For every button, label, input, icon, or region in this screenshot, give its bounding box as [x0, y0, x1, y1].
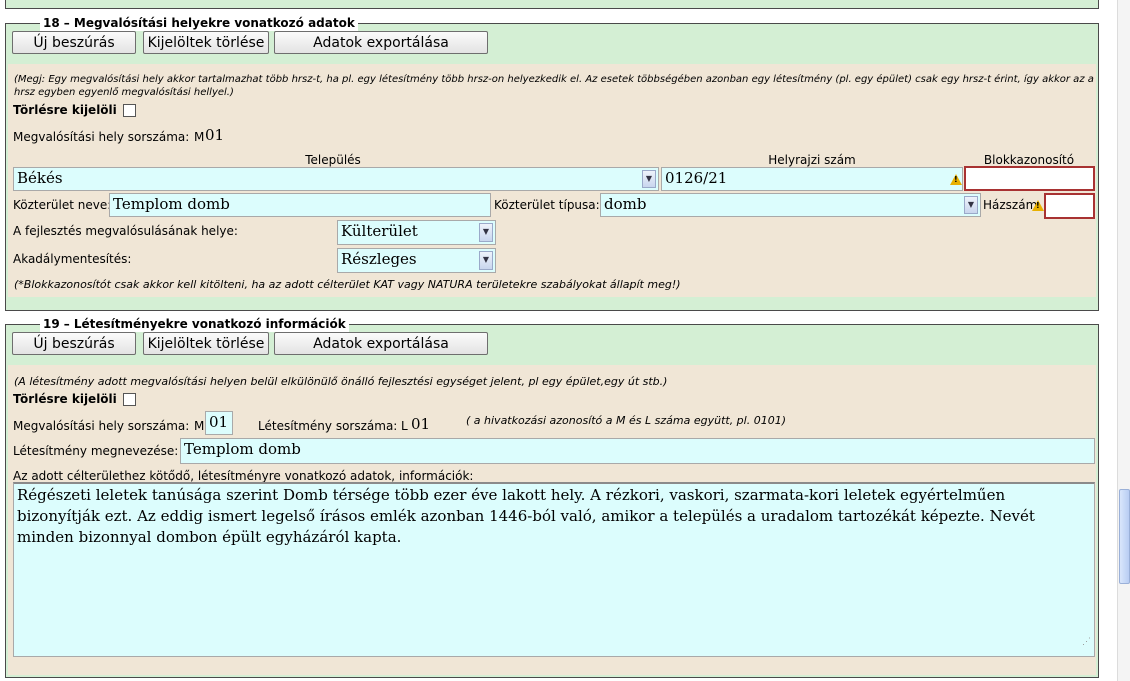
details-label: Az adott célterülethez kötődő, létesítmé…: [13, 469, 474, 483]
mark-delete-label: Törlésre kijelöli: [13, 392, 117, 406]
accessibility-select[interactable]: Részleges ▼: [337, 248, 496, 273]
details-value: Régészeti leletek tanúsága szerint Domb …: [17, 486, 1035, 546]
previous-section-panel: [5, 0, 1099, 9]
house-number-input[interactable]: [1044, 193, 1095, 219]
chevron-down-icon[interactable]: ▼: [479, 223, 493, 242]
delete-selected-button[interactable]: Kijelöltek törlése: [143, 31, 269, 54]
street-type-value: domb: [604, 195, 647, 213]
mark-delete-checkbox[interactable]: [123, 393, 136, 406]
accessibility-label: Akadálymentesítés:: [13, 252, 132, 266]
block-column-header: Blokkazonosító: [983, 153, 1075, 167]
location-label: A fejlesztés megvalósulásának helye:: [13, 224, 238, 238]
block-id-footnote: (*Blokkazonosítót csak akkor kell kitölt…: [14, 278, 681, 291]
section-19-title: 19– Létesítményekre vonatkozó információ…: [40, 317, 349, 332]
parcel-column-header: Helyrajzi szám: [768, 153, 856, 167]
section-19-panel: 19– Létesítményekre vonatkozó információ…: [5, 317, 1099, 678]
section-19-number: 19: [43, 317, 60, 331]
resize-grip-icon[interactable]: ⋰: [1082, 632, 1091, 653]
section-18-panel: 18– Megvalósítási helyekre vonatkozó ada…: [5, 16, 1099, 311]
street-name-input[interactable]: Templom domb: [109, 193, 491, 217]
location-value: Külterület: [341, 222, 418, 240]
site-number-prefix: M: [194, 419, 205, 433]
block-id-input[interactable]: [964, 166, 1095, 191]
vertical-scrollbar[interactable]: [1117, 0, 1130, 681]
section-19-form: (A létesítmény adott megvalósítási helye…: [8, 365, 1096, 675]
chevron-down-icon[interactable]: ▼: [964, 196, 978, 214]
street-name-value: Templom domb: [113, 195, 230, 213]
chevron-down-icon[interactable]: ▼: [479, 251, 493, 270]
house-number-label: Házszám: [983, 198, 1038, 212]
section-18-form: (Megj: Egy megvalósítási hely akkor tart…: [8, 64, 1096, 297]
site-number-value: 01: [209, 413, 229, 431]
section-18-number: 18: [43, 16, 60, 30]
accessibility-value: Részleges: [341, 250, 417, 268]
delete-selected-button[interactable]: Kijelöltek törlése: [143, 332, 269, 355]
location-select[interactable]: Külterület ▼: [337, 220, 496, 245]
site-number-prefix: M: [194, 130, 205, 144]
site-number-label: Megvalósítási hely sorszáma:: [13, 419, 190, 433]
settlement-value: Békés: [17, 169, 63, 187]
facility-name-input[interactable]: Templom domb: [180, 438, 1095, 464]
section-18-note: (Megj: Egy megvalósítási hely akkor tart…: [14, 74, 1094, 98]
facility-number-value: 01: [411, 415, 431, 433]
facility-number-label: Létesítmény sorszáma:: [258, 419, 398, 433]
site-number-label: Megvalósítási hely sorszáma:: [13, 130, 190, 144]
insert-button[interactable]: Új beszúrás: [12, 332, 136, 355]
settlement-column-header: Település: [305, 153, 361, 167]
facility-number-prefix: L: [401, 419, 408, 433]
warning-triangle-icon: !: [950, 174, 962, 185]
parcel-number-input[interactable]: 0126/21: [661, 167, 963, 191]
site-number-value: 01: [205, 126, 225, 144]
mark-delete-checkbox[interactable]: [123, 104, 136, 117]
reference-hint: ( a hivatkozási azonosító a M és L száma…: [466, 414, 786, 427]
parcel-number-value: 0126/21: [665, 169, 728, 187]
section-18-title-text: – Megvalósítási helyekre vonatkozó adato…: [63, 16, 355, 30]
insert-button[interactable]: Új beszúrás: [12, 31, 136, 54]
export-button[interactable]: Adatok exportálása: [274, 332, 488, 355]
export-button[interactable]: Adatok exportálása: [274, 31, 488, 54]
details-textarea[interactable]: Régészeti leletek tanúsága szerint Domb …: [13, 482, 1095, 657]
facility-name-label: Létesítmény megnevezése:: [13, 444, 179, 458]
settlement-select[interactable]: Békés ▼: [13, 167, 659, 191]
street-type-label: Közterület típusa:: [494, 198, 600, 212]
chevron-down-icon[interactable]: ▼: [642, 170, 656, 188]
site-number-input[interactable]: 01: [205, 411, 233, 435]
section-19-title-text: – Létesítményekre vonatkozó információk: [63, 317, 346, 331]
warning-triangle-icon: !: [1032, 200, 1044, 211]
street-type-select[interactable]: domb ▼: [600, 193, 981, 217]
scrollbar-thumb[interactable]: [1119, 489, 1130, 584]
street-name-label: Közterület neve:: [13, 198, 112, 212]
facility-name-value: Templom domb: [184, 440, 301, 458]
section-19-note: (A létesítmény adott megvalósítási helye…: [14, 375, 668, 388]
mark-delete-label: Törlésre kijelöli: [13, 103, 117, 117]
section-18-title: 18– Megvalósítási helyekre vonatkozó ada…: [40, 16, 358, 31]
